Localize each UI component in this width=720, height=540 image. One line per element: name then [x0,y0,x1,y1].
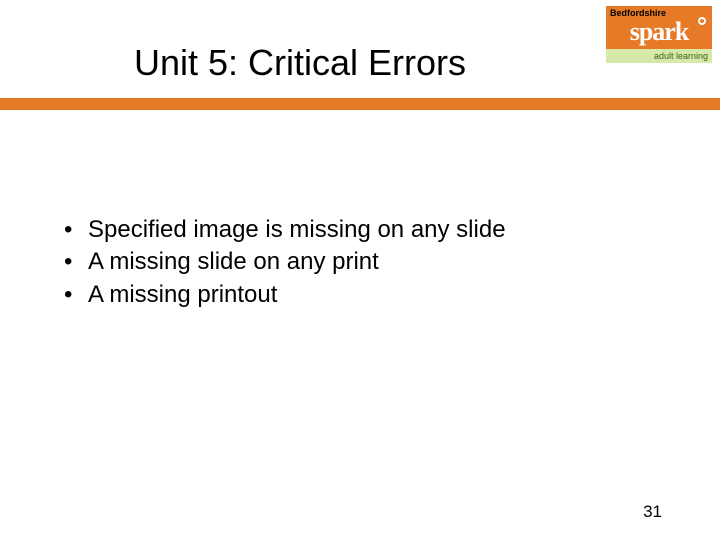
logo-ring-icon [698,17,706,25]
logo-main-text: spark [606,19,712,49]
list-item: Specified image is missing on any slide [70,214,506,246]
list-item: A missing slide on any print [70,246,506,278]
slide: Unit 5: Critical Errors Bedfordshire spa… [0,0,720,540]
list-item: A missing printout [70,279,506,311]
page-number: 31 [643,502,662,522]
logo-subtitle: adult learning [606,49,712,63]
divider-bar [0,98,720,110]
bullet-list: Specified image is missing on any slide … [30,214,506,311]
page-title: Unit 5: Critical Errors [0,42,600,84]
logo-word: spark [630,17,689,46]
brand-logo: Bedfordshire spark adult learning [606,6,712,63]
